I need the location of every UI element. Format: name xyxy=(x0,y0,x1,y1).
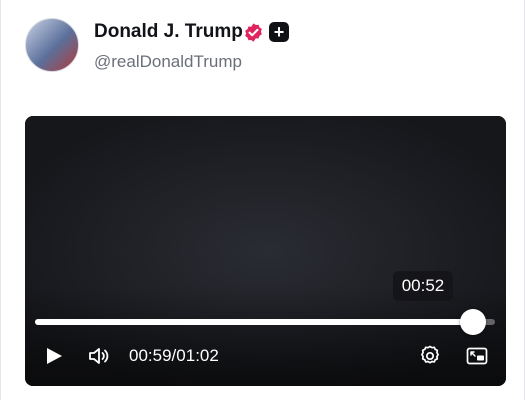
author-display-name[interactable]: Donald J. Trump xyxy=(94,20,243,44)
verified-badge-icon xyxy=(245,23,262,42)
duration: 01:02 xyxy=(176,346,219,365)
plus-icon: + xyxy=(273,22,285,42)
volume-icon[interactable] xyxy=(87,344,111,368)
time-display: 00:59/01:02 xyxy=(129,345,219,367)
post-card: Donald J. Trump + @realDonaldTrump 00:52… xyxy=(0,0,525,400)
gear-icon[interactable] xyxy=(418,344,442,368)
video-progress-bar[interactable] xyxy=(35,309,495,335)
control-scrim xyxy=(25,286,506,386)
play-icon[interactable] xyxy=(41,344,65,368)
author-handle[interactable]: @realDonaldTrump xyxy=(94,51,242,73)
avatar[interactable] xyxy=(25,18,79,72)
picture-in-picture-icon[interactable] xyxy=(465,344,489,368)
scrub-handle[interactable] xyxy=(459,309,486,335)
video-progress-fill xyxy=(35,319,473,325)
follow-button[interactable]: + xyxy=(269,22,289,42)
scrub-time-tooltip: 00:52 xyxy=(393,271,453,301)
video-player[interactable]: 00:52 00:59/01:02 xyxy=(25,116,506,386)
current-time: 00:59 xyxy=(129,346,172,365)
